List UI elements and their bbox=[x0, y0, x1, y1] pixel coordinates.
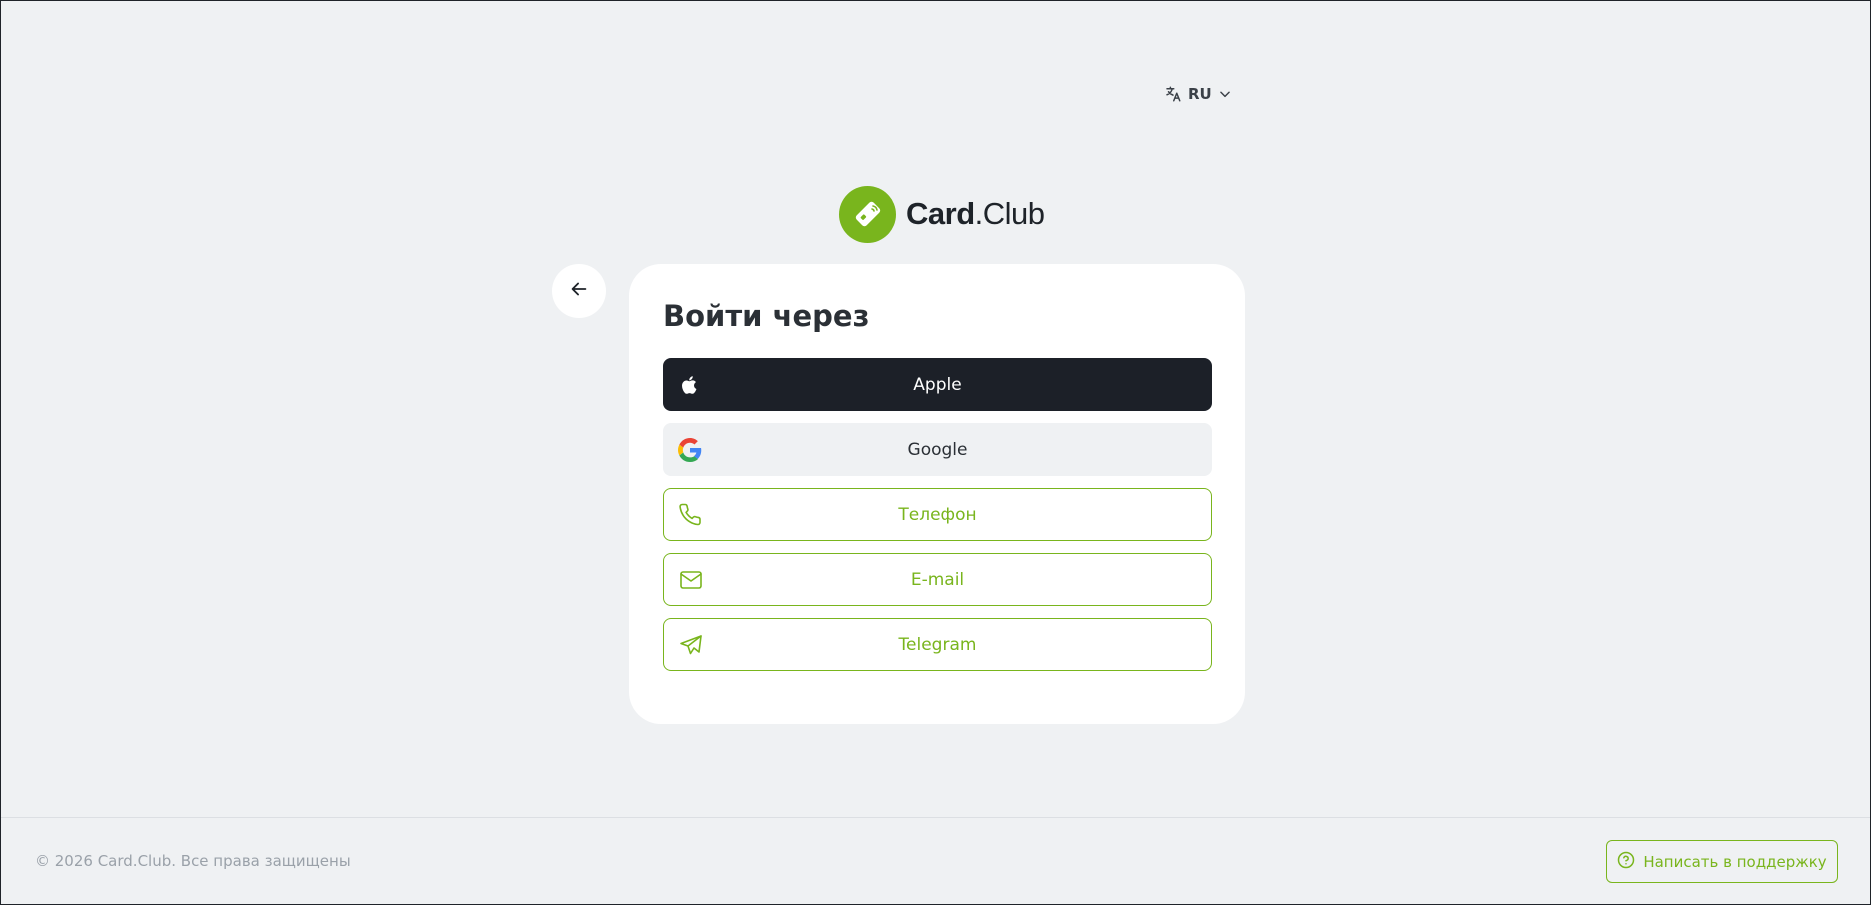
brand-name-light: .Club bbox=[974, 196, 1045, 231]
apple-login-label: Apple bbox=[913, 374, 962, 395]
support-button[interactable]: Написать в поддержку bbox=[1606, 840, 1838, 883]
brand-logo: Card.Club bbox=[839, 185, 1045, 243]
mail-icon bbox=[678, 567, 704, 593]
chevron-down-icon bbox=[1218, 87, 1232, 101]
footer-divider bbox=[1, 817, 1870, 818]
arrow-left-icon bbox=[568, 278, 590, 304]
phone-icon bbox=[678, 502, 704, 528]
language-switcher[interactable]: RU bbox=[1164, 81, 1232, 107]
back-button[interactable] bbox=[552, 264, 606, 318]
telegram-icon bbox=[678, 632, 704, 658]
email-login-label: E-mail bbox=[910, 569, 965, 590]
card-logo-icon bbox=[839, 185, 896, 243]
google-login-label: Google bbox=[907, 439, 968, 460]
telegram-login-label: Telegram bbox=[898, 634, 977, 655]
apple-login-button[interactable]: Apple bbox=[663, 358, 1212, 411]
phone-login-label: Телефон bbox=[898, 504, 977, 525]
login-title: Войти через bbox=[663, 299, 870, 333]
google-icon bbox=[677, 437, 703, 463]
phone-login-button[interactable]: Телефон bbox=[663, 488, 1212, 541]
brand-name: Card.Club bbox=[906, 196, 1045, 232]
translate-icon bbox=[1164, 85, 1182, 103]
support-label: Написать в поддержку bbox=[1643, 852, 1827, 871]
login-card: Войти через Apple Google Телефон E-mail … bbox=[629, 264, 1245, 724]
email-login-button[interactable]: E-mail bbox=[663, 553, 1212, 606]
telegram-login-button[interactable]: Telegram bbox=[663, 618, 1212, 671]
brand-name-bold: Card bbox=[906, 196, 975, 231]
language-code: RU bbox=[1188, 85, 1212, 103]
help-circle-icon bbox=[1617, 851, 1635, 873]
google-login-button[interactable]: Google bbox=[663, 423, 1212, 476]
apple-icon bbox=[677, 372, 703, 398]
login-page: RU Card.Club Войти через Apple Google Те… bbox=[0, 0, 1871, 905]
copyright-text: © 2026 Card.Club. Все права защищены bbox=[35, 852, 351, 870]
